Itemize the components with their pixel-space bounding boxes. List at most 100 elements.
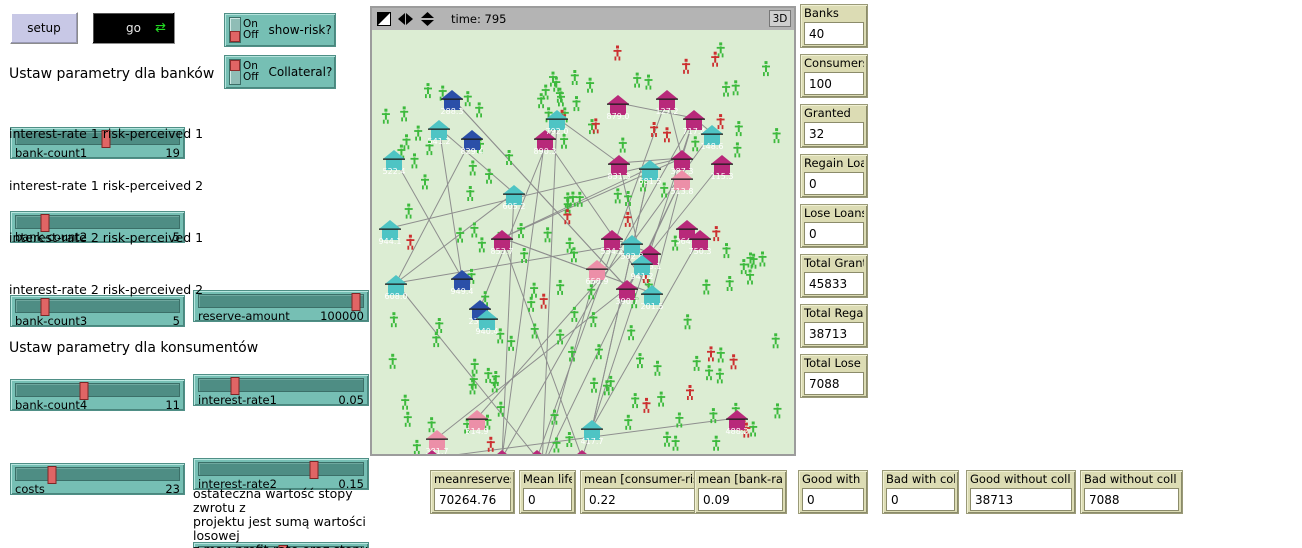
slider-knob[interactable] <box>230 377 240 395</box>
view-3d-button[interactable]: 3D <box>769 10 791 27</box>
switch-knob-off[interactable] <box>230 31 240 42</box>
monitor-title: Total Granted <box>804 257 864 270</box>
monitor-bad-without-coll[interactable]: Bad without coll 7088 <box>1080 470 1183 514</box>
slider-bank-count3[interactable]: bank-count3 5 <box>10 295 185 328</box>
slider-interest-rate1[interactable]: interest-rate1 0.05 <box>193 374 369 407</box>
slider-knob[interactable] <box>40 298 50 316</box>
go-button[interactable]: go ⇄ <box>92 12 175 44</box>
svg-text:148.6: 148.6 <box>701 142 724 151</box>
slider-track[interactable] <box>15 466 180 484</box>
monitor-total-regain[interactable]: Total Regain 38713 <box>800 304 868 348</box>
monitor-good-with-coll[interactable]: Good with coll 0 <box>798 470 868 514</box>
monitor-value: 45833 <box>804 272 864 295</box>
left-right-arrows-icon[interactable] <box>397 12 414 26</box>
monitor-title: mean [consumer-risk] <box>584 473 702 486</box>
svg-text:514.9: 514.9 <box>466 427 489 436</box>
consumers-section-heading: Ustaw parametry dla konsumentów <box>9 340 259 356</box>
monitor-mean-[consumer-risk][interactable]: mean [consumer-risk] 0.22 <box>580 470 706 514</box>
monitor-consumers[interactable]: Consumers 100 <box>800 54 868 98</box>
monitor-value: 7088 <box>804 372 864 395</box>
monitor-good-without-coll[interactable]: Good without coll 38713 <box>966 470 1076 514</box>
slider-track[interactable] <box>15 298 180 316</box>
svg-text:879.0: 879.0 <box>607 112 630 121</box>
slider-name: interest-rate1 <box>198 393 277 407</box>
svg-text:605.2: 605.2 <box>503 202 526 211</box>
monitor-title: meanreserves <box>434 473 511 486</box>
svg-text:853.7: 853.7 <box>491 247 514 256</box>
slider-value: 11 <box>165 398 180 412</box>
svg-text:288.3: 288.3 <box>441 107 464 116</box>
switch-track[interactable] <box>229 17 241 43</box>
slider-reserve-amount[interactable]: reserve-amount 100000 <box>193 290 369 323</box>
monitor-title: Consumers <box>804 57 864 70</box>
slider-track[interactable] <box>15 214 180 232</box>
monitor-total-granted[interactable]: Total Granted 45833 <box>800 254 868 298</box>
slider-track[interactable] <box>198 377 364 395</box>
bank-group-label-2: interest-rate 1 risk-perceived 2 <box>9 178 204 193</box>
bank-group-label-4: interest-rate 2 risk-perceived 2 <box>9 282 204 297</box>
monitor-granted[interactable]: Granted 32 <box>800 104 868 148</box>
slider-knob[interactable] <box>79 382 89 400</box>
world-agents: 541.2522.4944.1288.3853.7608.0949.4235.5… <box>379 42 782 454</box>
up-down-arrows-icon[interactable] <box>420 11 435 27</box>
monitor-lose-loans[interactable]: Lose Loans 0 <box>800 204 868 248</box>
slider-knob[interactable] <box>309 461 319 479</box>
switch-collateral[interactable]: On Off Collateral? <box>224 55 336 89</box>
monitor-title: Banks <box>804 7 839 20</box>
monitor-value: 38713 <box>804 322 864 345</box>
monitor-value: 0 <box>886 488 955 511</box>
monitor-title: Lose Loans <box>804 207 864 220</box>
slider-bank-count4[interactable]: bank-count4 11 <box>10 379 185 412</box>
monitor-value: 0 <box>523 488 572 511</box>
svg-text:949.4: 949.4 <box>451 287 474 296</box>
slider-track[interactable] <box>15 382 180 400</box>
half-square-icon[interactable] <box>377 12 391 26</box>
monitor-regain-loans[interactable]: Regain Loans 0 <box>800 154 868 198</box>
setup-button-label: setup <box>27 21 61 35</box>
monitor-title: mean [bank-rate] <box>698 473 783 486</box>
banks-section-heading: Ustaw parametry dla banków <box>9 66 215 82</box>
monitor-value: 0.22 <box>584 488 702 511</box>
svg-text:390.7: 390.7 <box>616 297 639 306</box>
slider-knob[interactable] <box>351 293 361 311</box>
svg-text:890.3: 890.3 <box>534 147 557 156</box>
svg-text:792.0: 792.0 <box>546 127 569 136</box>
switch-knob-on[interactable] <box>230 60 240 71</box>
slider-costs[interactable]: costs 23 <box>10 463 185 496</box>
switch-show-risk[interactable]: On Off show-risk? <box>224 13 336 47</box>
monitor-bad-with-coll[interactable]: Bad with coll 0 <box>882 470 959 514</box>
monitor-title: Total Regain <box>804 307 864 320</box>
slider-track[interactable] <box>198 461 364 479</box>
monitor-banks[interactable]: Banks 40 <box>800 4 868 48</box>
monitor-value: 40 <box>804 22 864 45</box>
monitor-mean-life[interactable]: Mean life 0 <box>519 470 576 514</box>
monitor-title: Mean life <box>523 473 572 486</box>
world-canvas[interactable]: 541.2522.4944.1288.3853.7608.0949.4235.5… <box>372 30 794 454</box>
setup-button[interactable]: setup <box>10 12 78 44</box>
monitor-mean-[bank-rate][interactable]: mean [bank-rate] 0.09 <box>694 470 787 514</box>
monitor-title: Granted <box>804 107 851 120</box>
note-line-1: ostateczna wartość stopy zwrotu z <box>193 486 353 515</box>
svg-text:513.8: 513.8 <box>671 187 694 196</box>
slider-track[interactable] <box>198 293 364 311</box>
view-toolbar: time: 795 3D <box>372 8 794 30</box>
note-line-3: z max-profit-rate oraz stopy zwrotu <box>193 543 373 548</box>
monitor-value: 7088 <box>1084 488 1179 511</box>
forever-loop-icon: ⇄ <box>155 20 166 36</box>
switch-off-text: Off <box>243 29 259 41</box>
monitor-title: Regain Loans <box>804 157 864 170</box>
slider-knob[interactable] <box>47 466 57 484</box>
slider-value: 100000 <box>320 309 364 323</box>
monitor-total-lose[interactable]: Total Lose 7088 <box>800 354 868 398</box>
monitor-value: 32 <box>804 122 864 145</box>
world-view[interactable]: time: 795 3D 541.2 522.4 944.1 288.3 853.7 60… <box>370 6 796 456</box>
monitor-title: Good with coll <box>802 473 864 486</box>
bank-group-label-3: interest-rate 2 risk-perceived 1 <box>9 230 204 245</box>
profit-rate-note: ostateczna wartość stopy zwrotu z projek… <box>193 487 373 548</box>
slider-name: reserve-amount <box>198 309 290 323</box>
svg-text:115.3: 115.3 <box>711 172 734 181</box>
switch-track[interactable] <box>229 59 241 85</box>
svg-text:488.2: 488.2 <box>726 427 749 436</box>
svg-text:541.2: 541.2 <box>428 137 451 146</box>
monitor-meanreserves[interactable]: meanreserves 70264.76 <box>430 470 515 514</box>
